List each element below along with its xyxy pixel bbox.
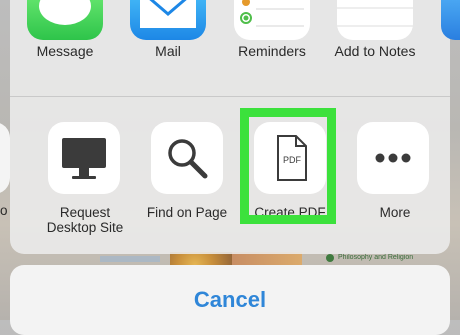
request-desktop-site-line2: Desktop Site xyxy=(46,220,124,235)
mail-app-button[interactable] xyxy=(130,0,206,40)
cancel-label: Cancel xyxy=(193,287,267,312)
more-icon xyxy=(375,153,411,163)
message-icon xyxy=(39,0,91,25)
mail-icon xyxy=(140,0,196,28)
message-app-button[interactable] xyxy=(27,0,103,40)
next-app-partial[interactable] xyxy=(441,0,460,40)
reminders-label: Reminders xyxy=(238,43,306,59)
background-bullet xyxy=(326,254,334,262)
notes-icon xyxy=(337,7,413,27)
share-sheet-divider xyxy=(10,96,450,97)
request-desktop-site-line1: Request xyxy=(59,205,111,220)
search-icon xyxy=(168,139,208,179)
message-label: Message xyxy=(36,43,94,59)
create-pdf-highlight xyxy=(240,108,336,224)
find-on-page-button[interactable] xyxy=(151,122,223,194)
background-text: Philosophy and Religion xyxy=(338,254,414,261)
reminders-icon xyxy=(240,0,304,27)
more-label: More xyxy=(379,205,411,220)
more-button[interactable] xyxy=(357,122,429,194)
previous-action-partial[interactable] xyxy=(0,122,10,194)
partial-action-label: o xyxy=(0,203,8,218)
desktop-icon xyxy=(62,138,106,179)
notes-app-button[interactable] xyxy=(337,0,413,40)
add-to-notes-label: Add to Notes xyxy=(334,43,416,59)
find-on-page-label: Find on Page xyxy=(146,205,228,220)
cancel-button[interactable]: Cancel xyxy=(10,265,450,335)
background-strip xyxy=(100,256,160,262)
request-desktop-site-button[interactable] xyxy=(48,122,120,194)
mail-label: Mail xyxy=(155,43,181,59)
reminders-app-button[interactable] xyxy=(234,0,310,40)
request-desktop-site-label: Request Desktop Site xyxy=(30,205,140,235)
